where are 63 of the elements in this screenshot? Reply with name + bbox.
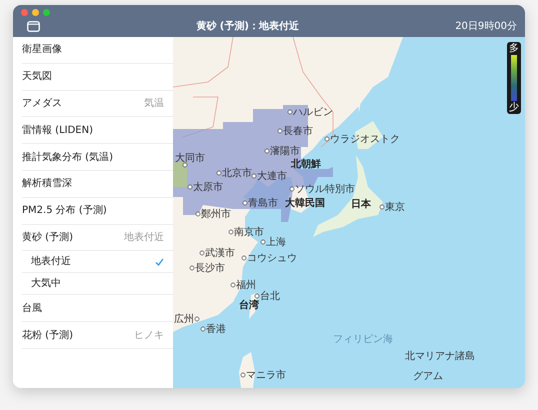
city-label: 大同市 — [175, 153, 205, 164]
map[interactable]: ハルビン 長春市 瀋陽市 ウラジオストク 大同市 北京市 大連市 北朝鮮 太原市 ソウル特別市 青島市 大韓民国 鄭州市 日本 東京 南京市 上海 武漢市 コウシュウ 長沙市 福州 台北 台湾 広州 香港 フィリピン海 マニラ市 北マリアナ諸島 グアム 多 少 — [173, 37, 525, 388]
city-marker-icon — [254, 294, 260, 298]
city-marker-icon — [240, 372, 246, 378]
city-label: 長沙市 — [195, 263, 225, 274]
city-marker-icon — [228, 230, 234, 234]
city-marker-icon — [200, 326, 206, 332]
legend-bottom-label: 少 — [509, 102, 519, 113]
city-label: ハルビン — [293, 107, 333, 118]
city-label: 北京市 — [222, 168, 252, 179]
region-label: グアム — [413, 371, 443, 382]
close-button[interactable] — [21, 9, 28, 16]
city-label: コウシュウ — [247, 253, 297, 264]
checkmark-icon — [155, 258, 164, 266]
legend-top-label: 多 — [509, 43, 519, 54]
window-title: 黄砂 (予測)：地表付近 — [195, 20, 300, 34]
city-label: 台北 — [260, 291, 280, 302]
city-label: 青島市 — [248, 198, 278, 209]
city-marker-icon — [260, 240, 266, 244]
minimize-button[interactable] — [32, 9, 39, 16]
city-marker-icon — [196, 212, 200, 216]
city-marker-icon — [230, 282, 236, 288]
city-label: 南京市 — [234, 227, 264, 238]
dust-high-area — [173, 162, 187, 187]
city-marker-icon — [290, 186, 294, 192]
city-marker-icon — [216, 170, 222, 176]
city-marker-icon — [188, 184, 192, 190]
city-marker-icon — [194, 316, 200, 322]
country-label: 日本 — [351, 199, 371, 210]
city-label: 瀋陽市 — [270, 146, 300, 157]
city-label: ソウル特別市 — [295, 184, 355, 195]
sea-label: フィリピン海 — [333, 334, 393, 345]
city-label: 長春市 — [283, 126, 313, 137]
city-marker-icon — [264, 148, 270, 154]
country-label: 台湾 — [239, 300, 259, 311]
forecast-time: 20日9時00分 — [455, 20, 517, 34]
country-label: 北朝鮮 — [291, 159, 321, 170]
city-marker-icon — [278, 128, 282, 134]
city-label: 鄭州市 — [201, 209, 231, 220]
region-label: 北マリアナ諸島 — [405, 351, 475, 362]
city-label: 福州 — [236, 280, 256, 291]
city-label: 広州 — [174, 314, 194, 325]
city-marker-icon — [324, 136, 330, 142]
city-marker-icon — [242, 200, 248, 206]
city-label: 東京 — [385, 202, 405, 213]
philippines-drawing — [239, 352, 255, 388]
city-marker-icon — [288, 110, 292, 114]
city-marker-icon — [252, 174, 256, 178]
city-label: 武漢市 — [205, 248, 235, 259]
city-label: 太原市 — [193, 182, 223, 193]
city-marker-icon — [182, 162, 188, 168]
sidebar-toggle-icon[interactable] — [27, 21, 40, 32]
city-label: 上海 — [266, 237, 286, 248]
zoom-button[interactable] — [43, 9, 50, 16]
city-label: 大連市 — [257, 171, 287, 182]
city-marker-icon — [242, 256, 246, 260]
city-label: マニラ市 — [246, 370, 286, 381]
city-marker-icon — [200, 250, 204, 256]
city-marker-icon — [380, 204, 384, 210]
city-label: 香港 — [206, 324, 226, 335]
country-label: 大韓民国 — [285, 198, 325, 209]
city-marker-icon — [190, 266, 194, 270]
city-label: ウラジオストク — [330, 134, 400, 145]
